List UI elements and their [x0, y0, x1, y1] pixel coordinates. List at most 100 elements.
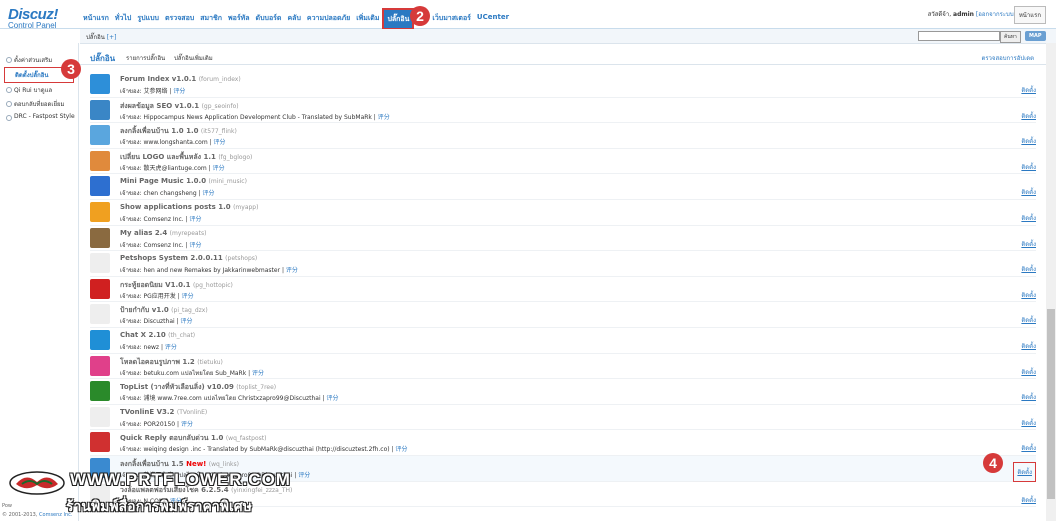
discuz-logo[interactable]: Discuz! Control Panel — [8, 6, 58, 30]
plugin-title: กระทู้ยอดนิยม V1.0.1 — [120, 280, 191, 289]
plugin-list: Forum Index v1.0.1 (forum_index) เจ้าของ:… — [90, 72, 1036, 508]
review-link[interactable]: 评分 — [190, 242, 202, 249]
plugin-id: (mini_music) — [208, 178, 247, 186]
plugin-title: Petshops System 2.0.0.11 — [120, 254, 223, 263]
tab-plugin-list[interactable]: รายการปลั๊กอิน — [126, 53, 165, 63]
plugin-author: เจ้าของ: betuku.com แปลไทยโดย Sub_MaRk |… — [120, 369, 265, 377]
install-button[interactable]: ติดตั้ง — [1021, 162, 1036, 172]
author-prefix: เจ้าของ: — [120, 267, 142, 275]
plugin-id: (petshops) — [225, 255, 258, 263]
plugin-name: TopList (วางที่หัวเลือนลิ่ง) v10.09 (top… — [120, 382, 276, 393]
plugin-author: เจ้าของ: newz | 评分 — [120, 343, 177, 351]
search-input[interactable] — [918, 31, 1000, 41]
install-button[interactable]: ติดตั้ง — [1021, 341, 1036, 351]
install-button[interactable]: ติดตั้ง — [1021, 264, 1036, 274]
plugin-name: TVonlinE V3.2 (TVonlinE) — [120, 408, 207, 416]
nav-item-1[interactable]: ทั่วไป — [112, 12, 135, 30]
nav-item-8[interactable]: ความปลอดภัย — [304, 12, 353, 30]
author-prefix: เจ้าของ: — [120, 164, 142, 172]
review-link[interactable]: 评分 — [327, 395, 339, 402]
plugin-name: Mini Page Music 1.0.0 (mini_music) — [120, 177, 247, 185]
plugin-row: Quick Reply ตอบกลับด่วน 1.0 (wq_fastpost… — [90, 430, 1036, 456]
scrollbar[interactable] — [1046, 43, 1056, 521]
plugin-id: (it577_flink) — [200, 128, 237, 136]
nav-item-5[interactable]: พอร์ทัล — [225, 12, 252, 30]
nav-item-9[interactable]: เพิ่มเติม — [353, 12, 382, 30]
search-button[interactable]: ค้นหา — [1000, 31, 1021, 43]
check-update-link[interactable]: ตรวจสอบการอัปเดต — [981, 53, 1034, 63]
author-name: weiqing design .inc - Translated by SubM… — [143, 446, 390, 454]
tab-more-plugins[interactable]: ปลั๊กอินเพิ่มเติม — [174, 53, 213, 63]
plugin-author: เจ้าของ: www.longshanta.com | 评分 — [120, 139, 226, 147]
review-link[interactable]: 评分 — [181, 421, 193, 428]
author-name: betuku.com แปลไทยโดย Sub_MaRk — [143, 369, 247, 377]
title-row: ปลั๊กอิน รายการปลั๊กอิน ปลั๊กอินเพิ่มเติ… — [80, 50, 1046, 65]
author-prefix: เจ้าของ: — [120, 343, 142, 351]
install-button[interactable]: ติดตั้ง — [1021, 392, 1036, 402]
plugin-id: (myapp) — [233, 203, 259, 211]
review-link[interactable]: 评分 — [213, 165, 225, 172]
plugin-row: โหลดไอคอนรูปภาพ 1.2 (tietuku) เจ้าของ: be… — [90, 354, 1036, 380]
nav-item-3[interactable]: ตรวจสอบ — [162, 12, 197, 30]
review-link[interactable]: 评分 — [214, 139, 226, 146]
scrollbar-thumb[interactable] — [1047, 309, 1055, 499]
review-link[interactable]: 评分 — [182, 293, 194, 300]
nav-item-12[interactable]: เว็บมาสเตอร์ — [429, 12, 474, 30]
install-button[interactable]: ติดตั้ง — [1013, 461, 1036, 482]
plugin-row: Petshops System 2.0.0.11 (petshops) เจ้าข… — [90, 251, 1036, 277]
breadcrumb-add-link[interactable]: [+] — [107, 34, 117, 41]
install-button[interactable]: ติดตั้ง — [1021, 290, 1036, 300]
review-link[interactable]: 评分 — [173, 88, 185, 95]
plugin-title: TVonlinE V3.2 — [120, 407, 175, 416]
author-name: chen changsheng — [143, 190, 197, 198]
install-button[interactable]: ติดตั้ง — [1021, 443, 1036, 453]
sidebar-item-2[interactable]: Qi Rui บาดูแล — [0, 83, 78, 97]
review-link[interactable]: 评分 — [395, 446, 407, 453]
plugin-title: Mini Page Music 1.0.0 — [120, 177, 207, 186]
install-button[interactable]: ติดตั้ง — [1021, 367, 1036, 377]
review-link[interactable]: 评分 — [378, 114, 390, 121]
home-button[interactable]: หน้าแรก — [1013, 6, 1046, 24]
watermark-tagline: ร้านพิมพ์สื่อการพิมพ์ราคาพิเศษ — [66, 498, 252, 514]
plugin-title: ลงกลิ้งเพื่อนบ้าน 1.0 1.0 — [120, 127, 199, 136]
install-button[interactable]: ติดตั้ง — [1021, 213, 1036, 223]
logout-link[interactable]: [ออกจากระบบ] — [976, 11, 1016, 18]
review-link[interactable]: 评分 — [190, 216, 202, 223]
author-prefix: เจ้าของ: — [120, 420, 142, 428]
sidebar-item-4[interactable]: DRC - Fastpost Style — [0, 111, 78, 122]
install-button[interactable]: ติดตั้ง — [1021, 418, 1036, 428]
install-button[interactable]: ติดตั้ง — [1021, 136, 1036, 146]
nav-item-4[interactable]: สมาชิก — [197, 12, 225, 30]
map-button[interactable]: MAP — [1025, 31, 1046, 41]
nav-item-0[interactable]: หน้าแรก — [80, 12, 112, 30]
review-link[interactable]: 评分 — [298, 472, 310, 479]
plugin-title: Chat X 2.10 — [120, 330, 166, 339]
nav-item-6[interactable]: ดับบอร์ด — [253, 12, 285, 30]
install-button[interactable]: ติดตั้ง — [1021, 315, 1036, 325]
plugin-author: เจ้าของ: 浦境 www.7ree.com แปลไทยโดย Chris… — [120, 395, 339, 403]
install-button[interactable]: ติดตั้ง — [1021, 495, 1036, 505]
plugin-name: Show applications posts 1.0 (myapp) — [120, 203, 258, 211]
plugin-icon — [90, 125, 110, 146]
install-button[interactable]: ติดตั้ง — [1021, 239, 1036, 249]
review-link[interactable]: 评分 — [286, 267, 298, 274]
nav-item-13[interactable]: UCenter — [474, 12, 512, 30]
install-button[interactable]: ติดตั้ง — [1021, 85, 1036, 95]
review-link[interactable]: 评分 — [165, 344, 177, 351]
sidebar-item-3[interactable]: ตอบกลับที่ยอดเยี่ยม — [0, 97, 78, 111]
nav-item-7[interactable]: คลับ — [284, 12, 303, 30]
watermark-url: WWW.PRTFLOWER.COM — [70, 470, 291, 489]
install-button[interactable]: ติดตั้ง — [1021, 187, 1036, 197]
review-link[interactable]: 评分 — [252, 370, 264, 377]
review-link[interactable]: 评分 — [181, 318, 193, 325]
review-link[interactable]: 评分 — [202, 190, 214, 197]
plugin-row: Chat X 2.10 (th_chat) เจ้าของ: newz | 评分 ต… — [90, 328, 1036, 354]
author-prefix: เจ้าของ: — [120, 190, 142, 198]
nav-item-2[interactable]: รูปแบบ — [134, 12, 162, 30]
plugin-name: ส่งผลข้อมูล SEO v1.0.1 (gp_seoinfo) — [120, 101, 239, 112]
plugin-icon — [90, 201, 110, 222]
author-prefix: เจ้าของ: — [120, 395, 142, 403]
plugin-icon — [90, 176, 110, 197]
install-button[interactable]: ติดตั้ง — [1021, 111, 1036, 121]
plugin-author: เจ้าของ: hen and new Remakes by Jakkarin… — [120, 267, 298, 275]
